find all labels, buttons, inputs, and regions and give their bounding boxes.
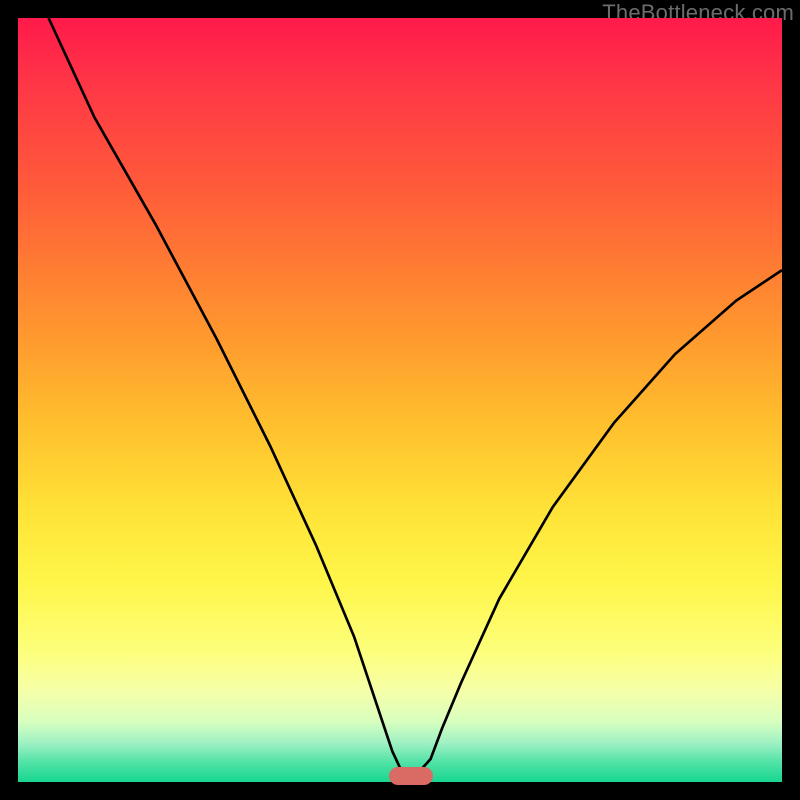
curve-svg [18,18,782,782]
plot-area [18,18,782,782]
chart-stage: TheBottleneck.com [0,0,800,800]
min-marker [389,767,433,785]
bottleneck-curve [49,18,782,776]
